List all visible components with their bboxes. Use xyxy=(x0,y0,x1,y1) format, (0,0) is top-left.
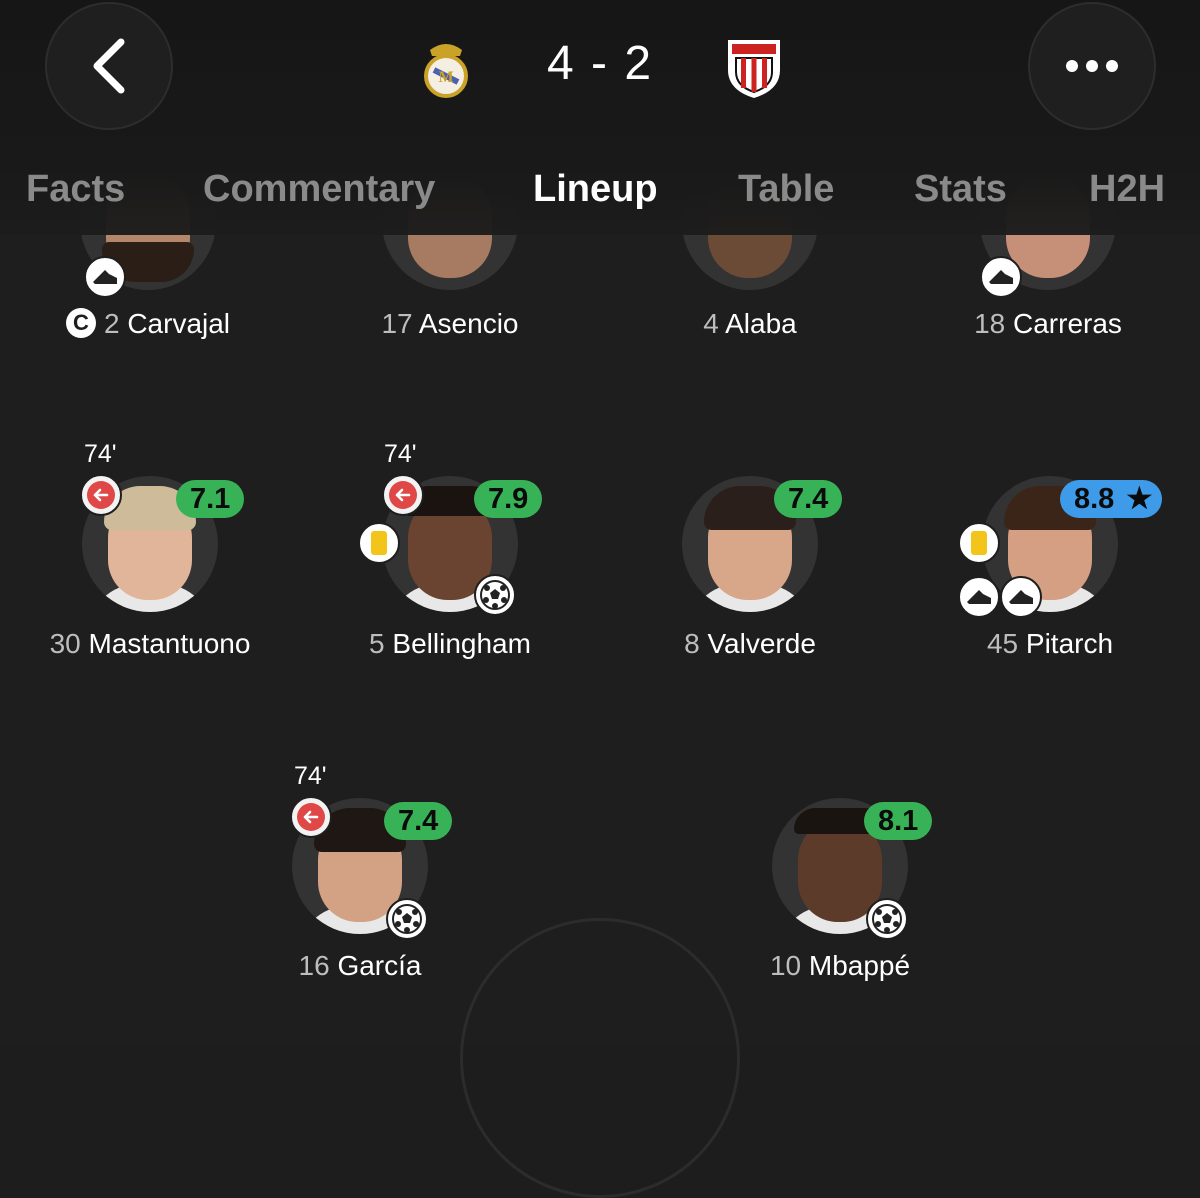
tab-table[interactable]: Table xyxy=(738,168,834,211)
boot-icon xyxy=(980,256,1022,298)
rating-badge: 7.4 xyxy=(384,802,453,840)
tab-bar: Facts Commentary Lineup Table Stats H2H xyxy=(0,168,1200,224)
sub-off-icon xyxy=(382,474,424,516)
boot-icon xyxy=(84,256,126,298)
tab-stats[interactable]: Stats xyxy=(914,168,1007,211)
player-name: 18 Carreras xyxy=(974,308,1122,339)
match-score: 4 - 2 xyxy=(546,37,654,90)
sub-minute: 74' xyxy=(84,440,117,468)
back-button[interactable] xyxy=(45,2,173,130)
sub-off-icon xyxy=(290,796,332,838)
yellow-card-icon xyxy=(958,522,1000,564)
yellow-card-icon xyxy=(358,522,400,564)
goal-icon xyxy=(386,898,428,940)
player-name: 8 Valverde xyxy=(684,628,816,659)
captain-icon: C xyxy=(65,307,96,338)
goal-icon xyxy=(866,898,908,940)
real-madrid-crest-icon: M xyxy=(416,36,476,100)
rating-badge: 8.1 xyxy=(864,802,933,840)
boot-icon xyxy=(958,576,1000,618)
chevron-left-icon xyxy=(93,38,125,94)
player-name: 10 Mbappé xyxy=(769,950,911,981)
tab-lineup[interactable]: Lineup xyxy=(533,168,658,211)
match-header: M 4 - 2 Facts Commentary Lineup Table St… xyxy=(0,0,1200,235)
rating-badge: 7.4 xyxy=(774,480,843,518)
sub-minute: 74' xyxy=(384,440,417,468)
svg-text:M: M xyxy=(438,69,453,86)
boot-icon xyxy=(1000,576,1042,618)
player-name: C2 Carvajal xyxy=(0,307,308,341)
player-name: 30 Mastantuono xyxy=(49,628,251,659)
player-name: 17 Asencio xyxy=(381,308,519,339)
rating-badge: 7.9 xyxy=(474,480,543,518)
player-name: 5 Bellingham xyxy=(369,628,531,659)
tab-commentary[interactable]: Commentary xyxy=(203,168,435,211)
goal-icon xyxy=(474,574,516,616)
tab-h2h[interactable]: H2H xyxy=(1089,168,1165,211)
more-options-button[interactable] xyxy=(1028,2,1156,130)
sub-off-icon xyxy=(80,474,122,516)
player-name: 4 Alaba xyxy=(703,308,797,339)
rating-badge: 8.8 ★ xyxy=(1060,480,1163,518)
star-icon: ★ xyxy=(1126,483,1153,515)
sub-minute: 74' xyxy=(294,762,327,790)
rating-badge: 7.1 xyxy=(176,480,245,518)
player-name: 45 Pitarch xyxy=(986,628,1114,659)
player-name: 16 García xyxy=(298,950,422,981)
tab-facts[interactable]: Facts xyxy=(26,168,125,211)
ellipsis-icon xyxy=(1066,60,1118,72)
athletic-club-crest-icon xyxy=(724,36,784,100)
